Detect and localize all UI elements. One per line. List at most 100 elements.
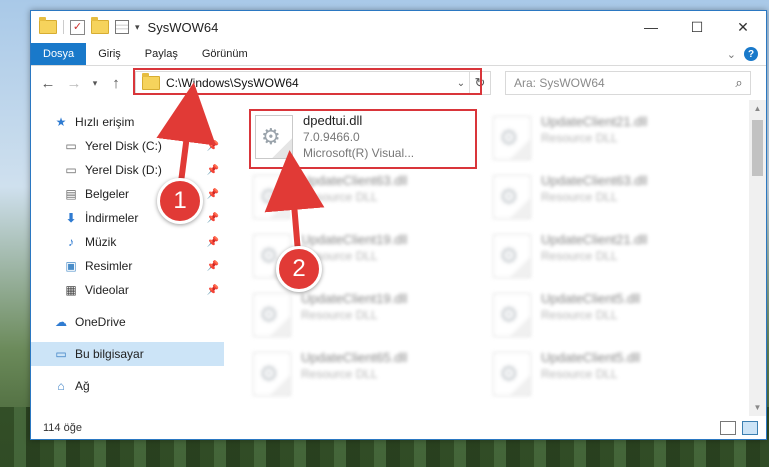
minimize-button[interactable]: — xyxy=(628,11,674,43)
file-tile[interactable]: UpdateClient5.dll Resource DLL xyxy=(489,348,714,402)
new-folder-icon[interactable] xyxy=(91,17,109,34)
file-tile[interactable]: UpdateClient63.dll Resource DLL xyxy=(249,171,474,225)
dll-file-icon xyxy=(493,352,531,396)
file-tile-dpedtui[interactable]: dpedtui.dll 7.0.9466.0 Microsoft(R) Visu… xyxy=(249,109,477,169)
sidebar-item-label: Yerel Disk (D:) xyxy=(85,163,162,177)
dll-file-icon xyxy=(253,293,291,337)
videos-icon: ▦ xyxy=(65,283,77,297)
scrollbar-thumb[interactable] xyxy=(752,120,763,176)
search-icon[interactable]: ⌕ xyxy=(728,75,750,91)
file-version: 7.0.9466.0 xyxy=(303,130,360,144)
file-company: Microsoft(R) Visual... xyxy=(303,146,415,160)
file-name: UpdateClient63.dll xyxy=(301,173,408,188)
back-button[interactable]: ← xyxy=(37,72,59,94)
file-name: dpedtui.dll xyxy=(303,113,363,128)
details-view-icon[interactable] xyxy=(720,420,736,435)
quick-access-toolbar: ✓ ▾ xyxy=(31,17,140,35)
sidebar-item-quick-access[interactable]: ★ Hızlı erişim xyxy=(31,110,227,134)
sidebar-item-label: Hızlı erişim xyxy=(75,115,135,129)
vertical-scrollbar[interactable]: ▲ ▼ xyxy=(749,100,766,416)
status-bar: 114 öğe xyxy=(31,416,766,439)
address-folder-icon xyxy=(142,73,160,90)
dll-file-icon xyxy=(253,352,291,396)
sidebar-item-label: İndirmeler xyxy=(85,211,139,225)
file-desc: Resource DLL xyxy=(541,131,618,145)
ribbon-right: ⌄ ? xyxy=(727,43,766,65)
search-input[interactable]: Ara: SysWOW64 xyxy=(506,76,728,90)
sidebar-item-network[interactable]: ⌂ Ağ xyxy=(31,374,227,398)
forward-button[interactable]: → xyxy=(63,72,85,94)
file-name: UpdateClient5.dll xyxy=(541,350,641,365)
toolbar-dropdown-icon[interactable]: ▾ xyxy=(135,22,140,33)
tab-view[interactable]: Görünüm xyxy=(190,43,260,65)
file-tile[interactable]: UpdateClient63.dll Resource DLL xyxy=(489,171,714,225)
tab-share[interactable]: Paylaş xyxy=(133,43,190,65)
file-name: UpdateClient21.dll xyxy=(541,232,648,247)
cloud-icon: ☁ xyxy=(55,315,67,329)
sidebar-item-disk-c[interactable]: ▭ Yerel Disk (C:) 📌 xyxy=(31,134,227,158)
navigation-pane: ★ Hızlı erişim ▭ Yerel Disk (C:) 📌 ▭ Yer… xyxy=(31,100,227,416)
sidebar-item-label: Videolar xyxy=(85,283,129,297)
maximize-button[interactable]: ☐ xyxy=(674,11,720,43)
up-button[interactable]: ↑ xyxy=(105,72,127,94)
view-switcher xyxy=(720,420,766,435)
file-name: UpdateClient65.dll xyxy=(301,350,408,365)
content-area: ★ Hızlı erişim ▭ Yerel Disk (C:) 📌 ▭ Yer… xyxy=(31,100,766,416)
sidebar-item-this-pc[interactable]: ▭ Bu bilgisayar xyxy=(31,342,224,366)
tiles-view-icon[interactable] xyxy=(742,420,758,435)
scroll-up-icon[interactable]: ▲ xyxy=(749,100,766,117)
file-name: UpdateClient21.dll xyxy=(541,114,648,129)
dll-file-icon xyxy=(493,175,531,219)
file-name: UpdateClient19.dll xyxy=(301,291,408,306)
recent-locations-icon[interactable]: ▾ xyxy=(89,72,101,94)
close-button[interactable]: ✕ xyxy=(720,11,766,43)
pin-icon: 📌 xyxy=(206,284,219,296)
address-path[interactable]: C:\Windows\SysWOW64 xyxy=(166,76,453,90)
pin-icon: 📌 xyxy=(206,212,219,224)
tab-home[interactable]: Giriş xyxy=(86,43,133,65)
drive-icon: ▭ xyxy=(65,139,77,153)
file-tile[interactable]: UpdateClient21.dll Resource DLL xyxy=(489,112,714,166)
file-desc: Resource DLL xyxy=(301,367,378,381)
file-tile[interactable]: UpdateClient5.dll Resource DLL xyxy=(489,289,714,343)
file-name: UpdateClient19.dll xyxy=(301,232,408,247)
annotation-badge-1: 1 xyxy=(157,178,203,224)
folder-icon xyxy=(39,17,57,34)
pin-icon: 📌 xyxy=(206,236,219,248)
sidebar-item-disk-d[interactable]: ▭ Yerel Disk (D:) 📌 xyxy=(31,158,227,182)
refresh-icon[interactable]: ↻ xyxy=(469,72,490,94)
file-tile[interactable]: UpdateClient65.dll Resource DLL xyxy=(249,348,474,402)
scroll-down-icon[interactable]: ▼ xyxy=(749,399,766,416)
music-icon: ♪ xyxy=(68,235,74,249)
tab-file[interactable]: Dosya xyxy=(31,43,87,65)
sidebar-item-label: OneDrive xyxy=(75,315,126,329)
file-desc: Resource DLL xyxy=(541,190,618,204)
file-tile[interactable]: UpdateClient21.dll Resource DLL xyxy=(489,230,714,284)
sidebar-item-label: Resimler xyxy=(85,259,133,273)
toolbar-separator xyxy=(63,20,64,34)
pin-icon: 📌 xyxy=(206,164,219,176)
star-icon: ★ xyxy=(55,115,67,129)
dll-file-icon xyxy=(493,293,531,337)
address-dropdown-icon[interactable]: ⌄ xyxy=(453,78,469,89)
expand-ribbon-icon[interactable]: ⌄ xyxy=(727,48,736,61)
properties-check-icon[interactable]: ✓ xyxy=(70,19,85,35)
sidebar-item-videos[interactable]: ▦ Videolar 📌 xyxy=(31,278,227,302)
address-bar[interactable]: C:\Windows\SysWOW64 ⌄ ↻ xyxy=(133,68,491,95)
view-options-icon[interactable] xyxy=(115,20,129,34)
window-title: SysWOW64 xyxy=(147,19,219,35)
sidebar-item-pictures[interactable]: ▣ Resimler 📌 xyxy=(31,254,227,278)
navigation-bar: ← → ▾ ↑ C:\Windows\SysWOW64 ⌄ ↻ Ara: Sys… xyxy=(31,66,766,100)
file-desc: Resource DLL xyxy=(301,308,378,322)
sidebar-item-onedrive[interactable]: ☁ OneDrive xyxy=(31,310,227,334)
help-icon[interactable]: ? xyxy=(744,47,758,61)
sidebar-item-music[interactable]: ♪ Müzik 📌 xyxy=(31,230,227,254)
file-name: UpdateClient63.dll xyxy=(541,173,648,188)
file-tile[interactable]: UpdateClient19.dll Resource DLL xyxy=(249,289,474,343)
search-box[interactable]: Ara: SysWOW64 ⌕ xyxy=(505,71,751,95)
window-controls: — ☐ ✕ xyxy=(628,11,766,43)
sidebar-item-label: Belgeler xyxy=(85,187,130,201)
